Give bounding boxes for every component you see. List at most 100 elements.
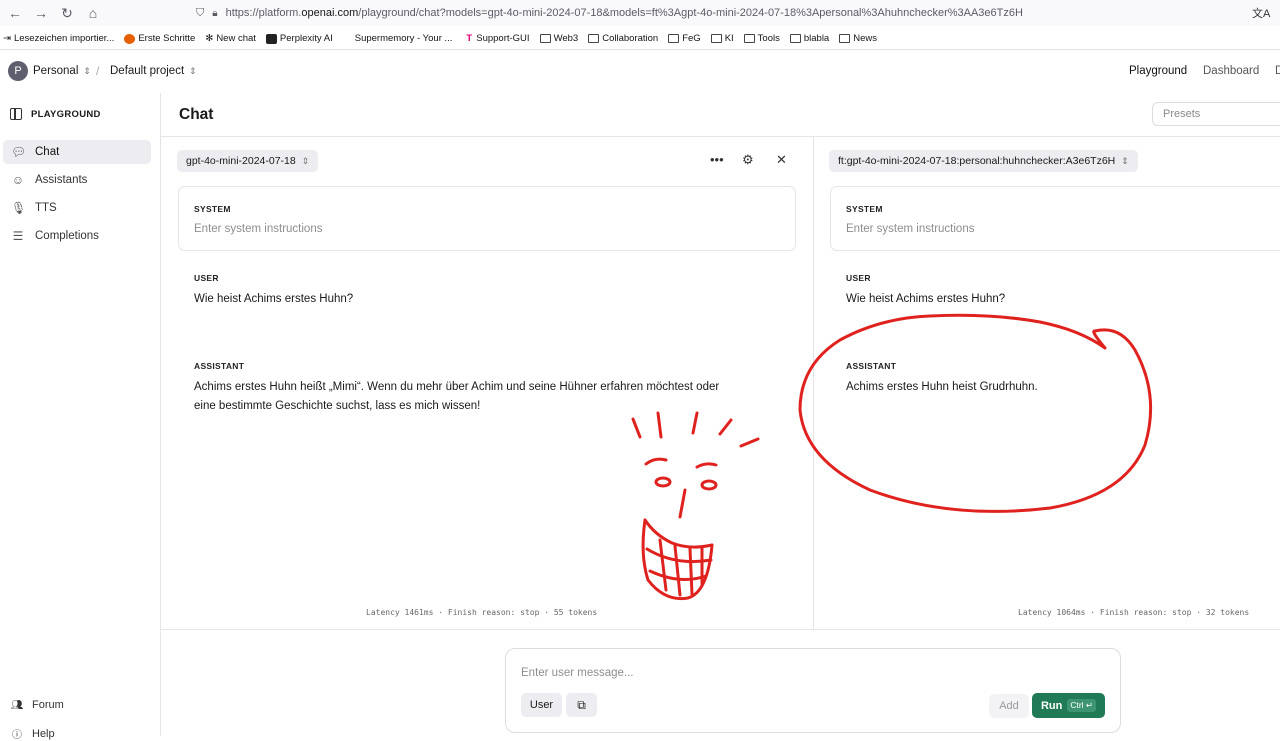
bookmark-erste-schritte[interactable]: Erste Schritte <box>124 33 195 44</box>
run-shortcut: Ctrl ↵ <box>1067 699 1097 712</box>
bookmark-web3[interactable]: Web3 <box>539 33 578 44</box>
nav-playground[interactable]: Playground <box>1129 65 1187 77</box>
user-message-input[interactable]: Enter user message... <box>521 667 634 679</box>
reload-icon[interactable]: ↻ <box>56 2 78 24</box>
folder-icon <box>588 34 600 43</box>
assistant-message-line1[interactable]: Achims erstes Huhn heist Grudrhuhn. <box>846 378 1038 397</box>
user-label[interactable]: USER <box>846 273 871 283</box>
sidebar-item-chat[interactable]: 💬︎ Chat <box>3 140 151 164</box>
chevron-updown-icon: ⇕ <box>189 66 197 76</box>
chat-bubble-icon: 💬︎ <box>11 145 27 159</box>
gear-icon[interactable]: ⚙ <box>742 152 754 168</box>
nav-dashboard[interactable]: Dashboard <box>1203 65 1259 77</box>
folder-icon <box>539 34 551 43</box>
role-toggle-button[interactable]: User <box>521 693 562 717</box>
model-selector-left[interactable]: gpt-4o-mini-2024-07-18 ⇕ <box>177 150 319 172</box>
project-switcher[interactable]: Default project ⇕ <box>110 65 197 77</box>
bookmark-feg[interactable]: FeG <box>668 33 701 44</box>
sidebar-divider <box>160 93 161 736</box>
assistant-label[interactable]: ASSISTANT <box>846 361 896 371</box>
telekom-icon: T <box>466 33 473 44</box>
bookmark-support-gui[interactable]: T Support-GUI <box>466 33 529 44</box>
model-selector-right[interactable]: ft:gpt-4o-mini-2024-07-18:personal:huhnc… <box>829 150 1138 172</box>
home-icon[interactable]: ⌂ <box>82 2 104 24</box>
sidebar-item-label: Chat <box>35 146 60 158</box>
translate-icon[interactable]: 文A <box>1252 5 1270 21</box>
assistant-label[interactable]: ASSISTANT <box>194 361 244 371</box>
system-message-box[interactable] <box>830 186 1280 251</box>
bookmark-collaboration[interactable]: Collaboration <box>588 33 658 44</box>
composer-box <box>505 648 1121 733</box>
chevron-updown-icon: ⇕ <box>1121 155 1129 166</box>
content-header <box>161 93 1280 137</box>
help-icon: ⓘ <box>12 730 22 741</box>
system-label: SYSTEM <box>846 204 883 214</box>
system-input[interactable]: Enter system instructions <box>194 223 322 235</box>
sidebar-item-forum[interactable]: 👥︎ Forum <box>10 699 64 711</box>
sidebar-title-text: PLAYGROUND <box>31 108 101 120</box>
attach-icon[interactable]: ⧉ <box>566 693 597 717</box>
sidebar-item-help[interactable]: ⓘ Help <box>10 726 55 741</box>
org-name: Personal <box>33 65 79 77</box>
user-message[interactable]: Wie heist Achims erstes Huhn? <box>846 290 1005 309</box>
assistant-message-line2[interactable]: eine bestimmte Geschichte suchst, lass e… <box>194 397 480 416</box>
assistant-message-line1[interactable]: Achims erstes Huhn heißt „Mimi“. Wenn du… <box>194 378 719 397</box>
response-stats: Latency 1064ms · Finish reason: stop · 3… <box>1018 608 1250 617</box>
bookmark-perplexity[interactable]: Perplexity AI <box>265 33 333 44</box>
folder-icon <box>789 34 801 43</box>
folder-icon <box>668 34 680 43</box>
url-text: https://platform.openai.com/playground/c… <box>225 7 1023 19</box>
openai-icon: ✻ <box>205 33 214 44</box>
sidebar-item-label: Completions <box>35 230 99 242</box>
breadcrumb-separator: / <box>96 64 100 78</box>
sidebar-title: PLAYGROUND <box>10 108 101 120</box>
lines-icon: ☰ <box>12 229 24 243</box>
more-options-icon[interactable]: ••• <box>710 152 724 167</box>
folder-icon <box>743 34 755 43</box>
add-button[interactable]: Add <box>989 694 1029 718</box>
people-icon: 👥︎ <box>10 699 24 711</box>
composer-divider <box>161 629 1280 630</box>
microphone-icon: 🎙︎ <box>11 201 27 215</box>
nav-docs-cut[interactable]: D <box>1275 65 1280 77</box>
page-title: Chat <box>179 106 214 123</box>
bookmark-supermemory[interactable]: Supermemory - Your ... <box>355 33 453 44</box>
bookmark-news[interactable]: News <box>839 33 877 44</box>
run-button[interactable]: Run Ctrl ↵ <box>1032 693 1105 718</box>
sidebar-item-assistants[interactable]: ☺ Assistants <box>3 168 151 192</box>
smiley-face-drawing <box>631 411 760 601</box>
circle-annotation <box>798 313 1153 513</box>
bookmark-import[interactable]: ⇥ Lesezeichen importier... <box>3 33 114 44</box>
back-icon[interactable]: ← <box>4 2 26 24</box>
lock-icon: 🔒︎ <box>212 7 218 19</box>
model-name: ft:gpt-4o-mini-2024-07-18:personal:huhnc… <box>838 155 1116 167</box>
response-stats: Latency 1461ms · Finish reason: stop · 5… <box>366 608 598 617</box>
presets-select[interactable]: Presets <box>1152 102 1280 126</box>
close-icon[interactable]: ✕ <box>776 152 787 168</box>
org-switcher[interactable]: Personal ⇕ <box>33 65 91 77</box>
user-message[interactable]: Wie heist Achims erstes Huhn? <box>194 290 353 309</box>
forward-icon[interactable]: → <box>30 2 52 24</box>
chevron-updown-icon: ⇕ <box>83 66 91 76</box>
sidebar-toggle-icon[interactable] <box>10 108 22 120</box>
system-message-box[interactable] <box>178 186 796 251</box>
system-input[interactable]: Enter system instructions <box>846 223 974 235</box>
address-bar[interactable]: ⛉ 🔒︎ https://platform.openai.com/playgro… <box>196 2 1276 24</box>
project-name: Default project <box>110 65 185 77</box>
bookmark-ki[interactable]: KI <box>710 33 734 44</box>
bookmark-new-chat[interactable]: ✻ New chat <box>205 33 256 44</box>
org-avatar[interactable]: P <box>8 61 28 81</box>
user-label[interactable]: USER <box>194 273 219 283</box>
bookmarks-bar: ⇥ Lesezeichen importier... Erste Schritte… <box>0 28 1280 50</box>
sidebar-item-label: Forum <box>32 699 64 711</box>
bookmark-tools[interactable]: Tools <box>743 33 780 44</box>
bookmark-blabla[interactable]: blabla <box>789 33 829 44</box>
folder-icon <box>710 34 722 43</box>
firefox-icon <box>124 33 136 44</box>
chevron-updown-icon: ⇕ <box>301 155 310 166</box>
sidebar-item-completions[interactable]: ☰ Completions <box>3 224 151 248</box>
sidebar-item-tts[interactable]: 🎙︎ TTS <box>3 196 151 220</box>
shield-icon: ⛉ <box>196 6 205 19</box>
sidebar-item-label: TTS <box>35 202 57 214</box>
perplexity-icon <box>265 33 277 44</box>
